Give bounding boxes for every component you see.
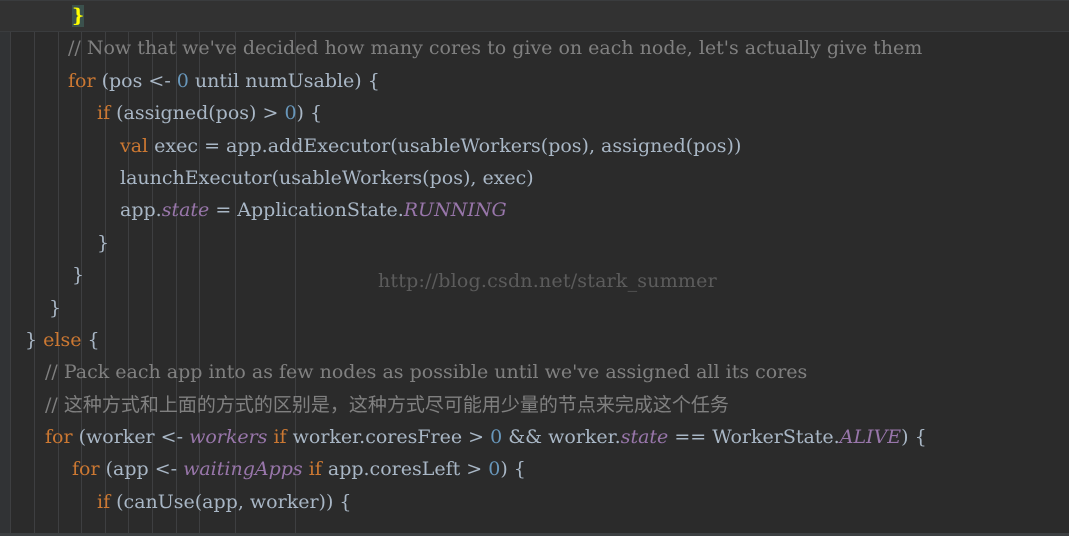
code-token: } [97, 231, 110, 254]
code-token: state [620, 426, 669, 449]
code-line[interactable]: } [0, 259, 1069, 291]
code-text-area[interactable]: } // Now that we've decided how many core… [0, 0, 1069, 536]
code-token: ) { [901, 426, 927, 449]
code-token: (worker <- [72, 426, 190, 449]
code-token: ) { [500, 458, 526, 481]
code-token: if [97, 490, 111, 513]
code-token: && worker. [502, 426, 621, 449]
code-token: (app <- [99, 458, 184, 481]
code-line[interactable]: if (canUse(app, worker)) { [0, 486, 1069, 518]
code-token: == WorkerState. [668, 426, 840, 449]
code-token: workers [189, 426, 268, 449]
code-token: ALIVE [839, 426, 902, 449]
code-line[interactable]: } else { [0, 324, 1069, 356]
code-token: else [43, 328, 82, 351]
code-line[interactable]: } [0, 0, 1069, 33]
code-line[interactable]: // Pack each app into as few nodes as po… [0, 356, 1069, 388]
code-token: RUNNING [403, 199, 507, 222]
code-line[interactable]: for (worker <- workers if worker.coresFr… [0, 421, 1069, 453]
code-token: { [81, 328, 100, 351]
code-line[interactable]: val exec = app.addExecutor(usableWorkers… [0, 130, 1069, 162]
code-line[interactable]: if (assigned(pos) > 0) { [0, 97, 1069, 129]
code-token: (pos <- [95, 69, 177, 92]
code-line[interactable]: app.state = ApplicationState.RUNNING [0, 194, 1069, 226]
code-token: waitingApps [183, 458, 303, 481]
code-token: for [72, 458, 100, 481]
code-token: state [161, 199, 210, 222]
code-token: } [25, 328, 44, 351]
code-line[interactable]: for (pos <- 0 until numUsable) { [0, 65, 1069, 97]
code-token: 0 [176, 69, 189, 92]
code-token: } [72, 264, 85, 287]
code-token: launchExecutor(usableWorkers(pos), exec) [120, 166, 534, 189]
code-token: for [45, 426, 73, 449]
code-token: app.coresLeft > [321, 458, 489, 481]
code-line[interactable]: } [0, 227, 1069, 259]
code-line[interactable]: // Now that we've decided how many cores… [0, 32, 1069, 64]
code-token: app. [120, 199, 162, 222]
code-token: } [49, 296, 62, 319]
code-token: 0 [488, 458, 501, 481]
code-token: // 这种方式和上面的方式的区别是，这种方式尽可能用少量的节点来完成这个任务 [45, 393, 729, 416]
code-line[interactable]: } [0, 292, 1069, 324]
code-line[interactable]: // 这种方式和上面的方式的区别是，这种方式尽可能用少量的节点来完成这个任务 [0, 389, 1069, 421]
code-token: if [97, 102, 111, 125]
code-token: exec = app.addExecutor(usableWorkers(pos… [148, 134, 742, 157]
code-token: 0 [490, 426, 503, 449]
code-line[interactable]: launchExecutor(usableWorkers(pos), exec) [0, 162, 1069, 194]
code-line[interactable]: for (app <- waitingApps if app.coresLeft… [0, 453, 1069, 485]
code-token: (canUse(app, worker)) { [110, 490, 352, 513]
code-token: = ApplicationState. [209, 199, 404, 222]
code-token: ) { [296, 102, 323, 125]
code-token: } [72, 5, 85, 27]
code-token: for [68, 69, 96, 92]
code-editor-viewport[interactable]: } // Now that we've decided how many core… [0, 0, 1069, 536]
code-token: worker.coresFree > [286, 426, 491, 449]
code-token: // Now that we've decided how many cores… [68, 37, 923, 60]
code-token: if [308, 458, 322, 481]
code-token: val [120, 134, 149, 157]
code-token: (assigned(pos) > [110, 102, 285, 125]
code-token: // Pack each app into as few nodes as po… [45, 361, 808, 384]
code-token: until numUsable) { [188, 69, 380, 92]
code-token: 0 [284, 102, 297, 125]
code-token: if [273, 426, 287, 449]
